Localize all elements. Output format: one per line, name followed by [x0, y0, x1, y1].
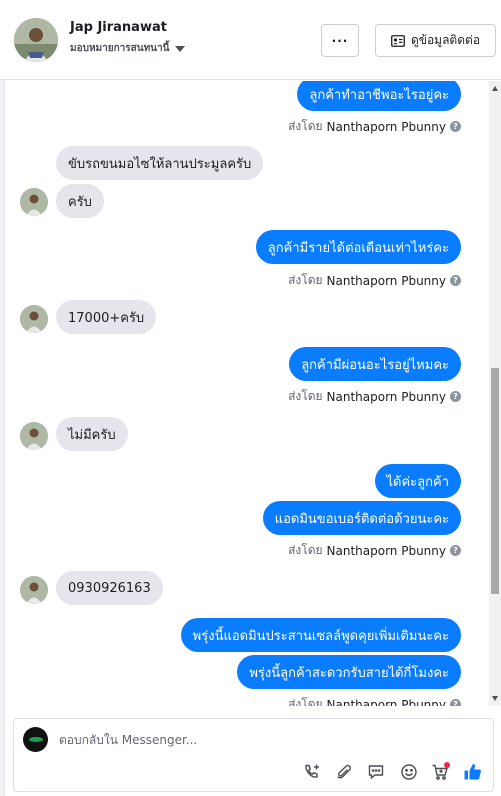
- view-contact-button[interactable]: ดูข้อมูลติดต่อ: [375, 24, 496, 57]
- scroll-down-arrow-icon[interactable]: [492, 696, 498, 701]
- message-incoming[interactable]: ขับรถขนมอไซให้ลานประมูลครับ: [56, 146, 264, 180]
- assign-conversation-label: มอบหมายการสนทนานี้: [70, 43, 170, 54]
- message-incoming[interactable]: 17000+ครับ: [56, 300, 157, 334]
- like-icon[interactable]: [463, 762, 483, 782]
- sent-by-label: ส่งโดย: [288, 119, 323, 133]
- message-incoming[interactable]: ไม่มีครับ: [56, 417, 128, 451]
- message-outgoing[interactable]: พรุ่งนี้แอดมินประสานเซลล์พูดคุยเพิ่มเติม…: [180, 618, 461, 652]
- more-icon: ···: [331, 33, 349, 48]
- customer-avatar[interactable]: [14, 18, 58, 62]
- message-list: ลูกค้าทำอาชีพอะไรอยู่คะ ส่งโดย Nanthapor…: [5, 81, 489, 706]
- message-scrollbar[interactable]: [489, 81, 501, 706]
- attach-icon[interactable]: [334, 762, 354, 782]
- help-icon[interactable]: ?: [450, 545, 461, 556]
- sent-by-label: ส่งโดย: [288, 273, 323, 287]
- help-icon[interactable]: ?: [450, 699, 461, 706]
- scroll-up-arrow-icon[interactable]: [492, 86, 498, 91]
- assign-conversation[interactable]: มอบหมายการสนทนานี้: [70, 41, 186, 56]
- more-options-button[interactable]: ···: [321, 24, 359, 57]
- sent-by-line: ส่งโดย Nanthaporn Pbunny ?: [288, 541, 461, 560]
- view-contact-label: ดูข้อมูลติดต่อ: [410, 33, 481, 47]
- help-icon[interactable]: ?: [450, 275, 461, 286]
- sent-by-line: ส่งโดย Nanthaporn Pbunny ?: [288, 695, 461, 706]
- scrollbar-thumb[interactable]: [491, 368, 499, 594]
- message-outgoing[interactable]: ลูกค้ามีรายได้ต่อเดือนเท่าไหร่คะ: [255, 230, 461, 264]
- conversation-header: Jap Jiranawat มอบหมายการสนทนานี้ ··· ดูข…: [0, 0, 501, 80]
- message-outgoing[interactable]: พรุ่งนี้ลูกค้าสะดวกรับสายได้กี่โมงคะ: [237, 655, 461, 689]
- sent-by-name[interactable]: Nanthaporn Pbunny: [327, 274, 446, 288]
- message-outgoing[interactable]: ลูกค้าทำอาชีพอะไรอยู่คะ: [297, 81, 461, 111]
- reply-input[interactable]: [59, 733, 359, 747]
- message-outgoing[interactable]: ได้ค่ะลูกค้า: [374, 464, 461, 498]
- customer-avatar-small: [20, 576, 48, 604]
- sent-by-line: ส่งโดย Nanthaporn Pbunny ?: [288, 271, 461, 290]
- message-incoming[interactable]: 0930926163: [56, 571, 163, 605]
- emoji-icon[interactable]: [399, 762, 419, 782]
- cart-icon[interactable]: [430, 762, 450, 782]
- sent-by-label: ส่งโดย: [288, 697, 323, 706]
- sent-by-label: ส่งโดย: [288, 389, 323, 403]
- notification-dot: [444, 762, 450, 768]
- help-icon[interactable]: ?: [450, 121, 461, 132]
- contact-card-icon: [391, 34, 405, 47]
- help-icon[interactable]: ?: [450, 391, 461, 402]
- message-outgoing[interactable]: ลูกค้ามีผ่อนอะไรอยู่ไหมคะ: [289, 347, 461, 381]
- sent-by-line: ส่งโดย Nanthaporn Pbunny ?: [288, 387, 461, 406]
- sent-by-name[interactable]: Nanthaporn Pbunny: [327, 698, 446, 707]
- customer-avatar-small: [20, 188, 48, 216]
- caret-down-icon: [175, 45, 186, 52]
- page-avatar: [23, 727, 48, 752]
- sent-by-name[interactable]: Nanthaporn Pbunny: [327, 120, 446, 134]
- sent-by-name[interactable]: Nanthaporn Pbunny: [327, 390, 446, 404]
- message-incoming[interactable]: ครับ: [56, 184, 104, 218]
- customer-avatar-small: [20, 305, 48, 333]
- customer-name[interactable]: Jap Jiranawat: [70, 20, 167, 35]
- add-call-icon[interactable]: [302, 762, 322, 782]
- saved-reply-icon[interactable]: [366, 762, 386, 782]
- customer-avatar-small: [20, 422, 48, 450]
- message-outgoing[interactable]: แอดมินขอเบอร์ติดต่อด้วยนะคะ: [262, 501, 461, 535]
- sent-by-name[interactable]: Nanthaporn Pbunny: [327, 544, 446, 558]
- reply-composer: [13, 718, 494, 792]
- sent-by-line: ส่งโดย Nanthaporn Pbunny ?: [288, 117, 461, 136]
- sent-by-label: ส่งโดย: [288, 543, 323, 557]
